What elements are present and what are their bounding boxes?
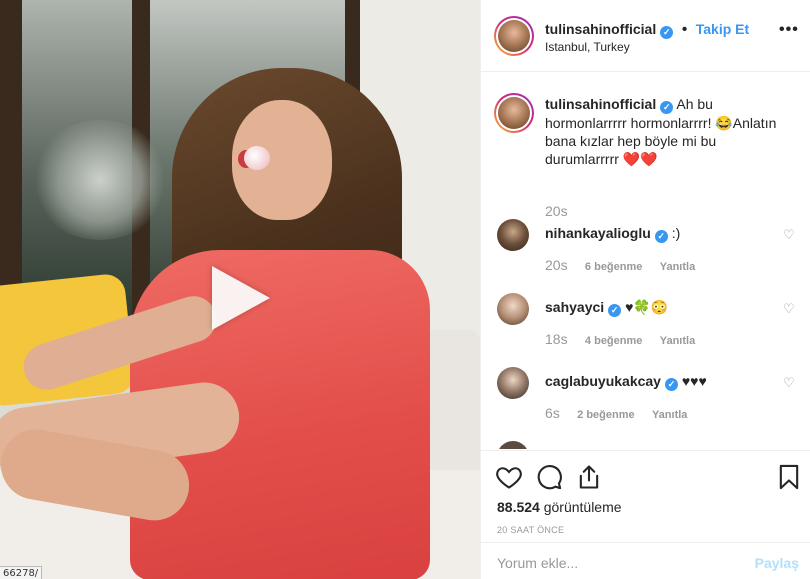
comment-likes[interactable]: 4 beğenme <box>585 335 642 347</box>
commenter-avatar[interactable] <box>497 441 529 449</box>
comment-item: nihankayalioglu ✓ :) 20s 6 beğenme Yanıtl… <box>494 219 799 279</box>
verified-icon: ✓ <box>664 378 678 391</box>
comment-time[interactable]: 6s <box>545 405 560 421</box>
bookmark-icon[interactable] <box>775 463 803 491</box>
post-sidebar: tulinsahinofficial ✓ • Takip Et Istanbul,… <box>480 0 810 579</box>
posted-ago[interactable]: 20 SAAT ÖNCE <box>497 525 564 535</box>
comment-line: caglabuyukakcay ✓ ♥♥♥ <box>545 373 707 391</box>
reply-button[interactable]: Yanıtla <box>652 409 687 421</box>
post-media-video[interactable]: 66278/ <box>0 0 480 579</box>
comment-line: sahyayci ✓ ♥🍀😳 <box>545 299 668 317</box>
caption-avatar[interactable] <box>494 93 534 133</box>
post-header: tulinsahinofficial ✓ • Takip Et Istanbul,… <box>481 0 810 72</box>
comment-item: sahyayci ✓ ♥🍀😳 18s 4 beğenme Yanıtla ♡ <box>494 293 799 353</box>
comment-heart-icon[interactable]: ♡ <box>783 228 795 241</box>
view-count[interactable]: 88.524 görüntüleme <box>497 499 622 515</box>
comment-heart-icon[interactable]: ♡ <box>783 376 795 389</box>
comment-text: ♥🍀😳 <box>625 299 669 315</box>
verified-icon: ✓ <box>654 230 668 243</box>
verified-icon: ✓ <box>660 26 674 39</box>
verified-icon: ✓ <box>660 101 674 114</box>
status-url-fragment: 66278/ <box>0 566 43 579</box>
bubble-gum <box>244 146 270 170</box>
location-link[interactable]: Istanbul, Turkey <box>545 40 630 54</box>
commenter-avatar[interactable] <box>497 293 529 325</box>
comments-list[interactable]: tulinsahinofficial ✓ Ah bu hormonlarrrrr … <box>481 73 810 449</box>
comment-text: :) <box>671 225 681 241</box>
reply-button[interactable]: Yanıtla <box>660 261 695 273</box>
author-username[interactable]: tulinsahinofficial <box>545 21 656 37</box>
comment-meta: 18s 4 beğenme Yanıtla <box>545 331 709 347</box>
caption-text: tulinsahinofficial ✓ Ah bu hormonlarrrrr … <box>545 95 785 168</box>
share-icon[interactable] <box>575 463 603 491</box>
comment-username[interactable]: caglabuyukakcay <box>545 373 661 389</box>
post-comment-button[interactable]: Paylaş <box>755 555 799 571</box>
comment-meta: 6s 2 beğenme Yanıtla <box>545 405 701 421</box>
author-avatar[interactable] <box>494 16 534 56</box>
comment-meta: 20s 6 beğenme Yanıtla <box>545 257 709 273</box>
verified-icon: ✓ <box>608 304 622 317</box>
play-icon[interactable] <box>212 266 270 330</box>
commenter-avatar[interactable] <box>497 219 529 251</box>
comment-username[interactable]: nihankayalioglu <box>545 225 651 241</box>
heart-icon[interactable] <box>495 463 523 491</box>
commenter-avatar[interactable] <box>497 367 529 399</box>
comment-likes[interactable]: 6 beğenme <box>585 261 642 273</box>
comment-item: caglabuyukakcay ✓ ♥♥♥ 6s 2 beğenme Yanıtl… <box>494 367 799 427</box>
comment-time[interactable]: 20s <box>545 257 568 273</box>
author-line: tulinsahinofficial ✓ • Takip Et <box>545 21 749 39</box>
reply-button[interactable]: Yanıtla <box>660 335 695 347</box>
add-comment-bar: Paylaş <box>481 542 810 579</box>
comment-icon[interactable] <box>535 463 563 491</box>
follow-button[interactable]: Takip Et <box>696 21 749 37</box>
comment-username[interactable]: sahyayci <box>545 299 604 315</box>
comment-likes[interactable]: 2 beğenme <box>577 409 634 421</box>
comment-line: nihankayalioglu ✓ :) <box>545 225 680 243</box>
comment-input[interactable] <box>497 553 747 573</box>
palm-reflection <box>30 120 170 240</box>
comment-text: ♥♥♥ <box>681 373 707 389</box>
more-options-icon[interactable]: ••• <box>779 22 798 42</box>
separator-dot: • <box>681 21 688 38</box>
comment-heart-icon[interactable]: ♡ <box>783 302 795 315</box>
post-actions: 88.524 görüntüleme 20 SAAT ÖNCE <box>481 450 810 542</box>
comment-item-partial <box>494 441 799 449</box>
view-count-label: görüntüleme <box>543 499 622 515</box>
caption-username[interactable]: tulinsahinofficial <box>545 96 656 112</box>
comment-time[interactable]: 18s <box>545 331 568 347</box>
caption-time[interactable]: 20s <box>545 203 568 219</box>
view-count-number: 88.524 <box>497 499 540 515</box>
